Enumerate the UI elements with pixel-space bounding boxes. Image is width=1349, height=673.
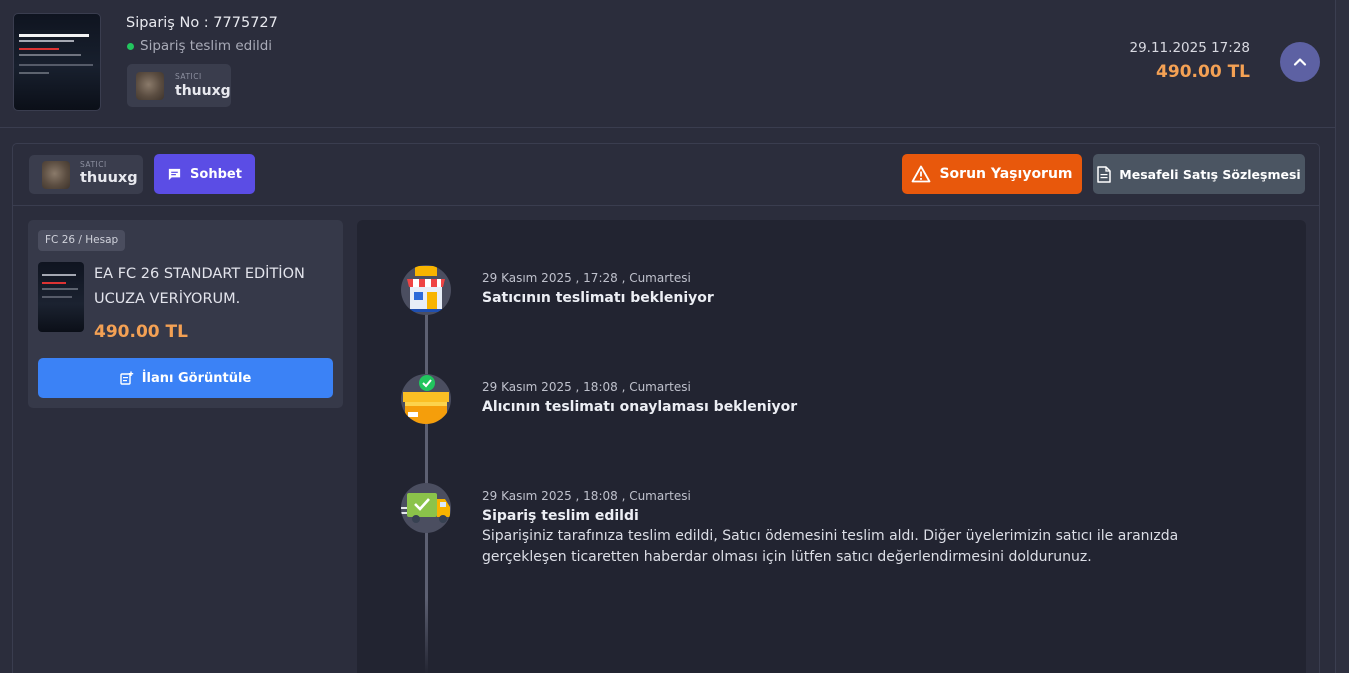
contract-button-label: Mesafeli Satış Sözleşmesi	[1119, 166, 1301, 182]
timeline-connector	[425, 290, 428, 673]
chevron-up-icon	[1293, 58, 1307, 66]
timeline-step-date: 29 Kasım 2025 , 18:08 , Cumartesi	[482, 380, 691, 394]
order-timeline: 29 Kasım 2025 , 17:28 , Cumartesi Satıcı…	[357, 220, 1306, 673]
status-dot-icon	[127, 42, 134, 50]
timeline-step-date: 29 Kasım 2025 , 18:08 , Cumartesi	[482, 489, 691, 503]
product-price: 490.00 TL	[94, 322, 188, 342]
detail-seller-chip[interactable]: SATICI thuuxg	[29, 155, 143, 194]
order-date: 29.11.2025 17:28	[1129, 40, 1251, 56]
product-title: EA FC 26 STANDART EDİTİON UCUZA VERİYORU…	[94, 266, 305, 307]
seller-tag: SATICI	[175, 72, 202, 81]
seller-name: thuuxg	[80, 170, 138, 186]
product-card: FC 26 / Hesap EA FC 26 STANDART EDİTİON …	[28, 220, 343, 408]
seller-chip[interactable]: SATICI thuuxg	[127, 64, 231, 107]
package-check-icon	[401, 374, 451, 424]
seller-tag: SATICI	[80, 160, 107, 169]
timeline-step-title: Sipariş teslim edildi	[482, 508, 639, 524]
timeline-step-description: Siparişiniz tarafınıza teslim edildi, Sa…	[482, 528, 1179, 565]
report-issue-button[interactable]: Sorun Yaşıyorum	[902, 154, 1082, 194]
chat-icon	[168, 168, 181, 180]
order-number: Sipariş No : 7775727	[126, 15, 278, 31]
seller-avatar	[136, 72, 164, 100]
page-scrollbar[interactable]	[1335, 0, 1349, 673]
order-price: 490.00 TL	[1156, 62, 1250, 82]
report-issue-label: Sorun Yaşıyorum	[939, 166, 1073, 182]
order-listing-thumbnail[interactable]	[13, 13, 101, 111]
order-summary-header: Sipariş No : 7775727 Sipariş teslim edil…	[0, 0, 1335, 128]
seller-avatar	[42, 161, 70, 189]
listing-add-icon	[120, 371, 133, 385]
view-listing-label: İlanı Görüntüle	[141, 370, 252, 386]
collapse-button[interactable]	[1280, 42, 1320, 82]
detail-action-bar: SATICI thuuxg Sohbet Sorun Yaşıyorum Mes…	[13, 144, 1319, 206]
order-detail-panel: SATICI thuuxg Sohbet Sorun Yaşıyorum Mes…	[12, 143, 1320, 673]
product-thumbnail[interactable]	[38, 262, 84, 332]
warning-icon	[912, 165, 931, 183]
category-badge: FC 26 / Hesap	[38, 230, 126, 251]
document-icon	[1097, 165, 1112, 183]
distance-sales-contract-button[interactable]: Mesafeli Satış Sözleşmesi	[1093, 154, 1305, 194]
order-status: Sipariş teslim edildi	[127, 38, 272, 54]
seller-name: thuuxg	[175, 83, 231, 99]
chat-button[interactable]: Sohbet	[154, 154, 255, 194]
store-icon	[401, 265, 451, 315]
timeline-step-title: Satıcının teslimatı bekleniyor	[482, 290, 714, 306]
order-status-text: Sipariş teslim edildi	[140, 38, 273, 54]
chat-button-label: Sohbet	[190, 166, 242, 182]
view-listing-button[interactable]: İlanı Görüntüle	[38, 358, 333, 398]
timeline-step-date: 29 Kasım 2025 , 17:28 , Cumartesi	[482, 271, 691, 285]
delivery-truck-icon	[401, 483, 451, 533]
timeline-step-title: Alıcının teslimatı onaylaması bekleniyor	[482, 399, 798, 415]
